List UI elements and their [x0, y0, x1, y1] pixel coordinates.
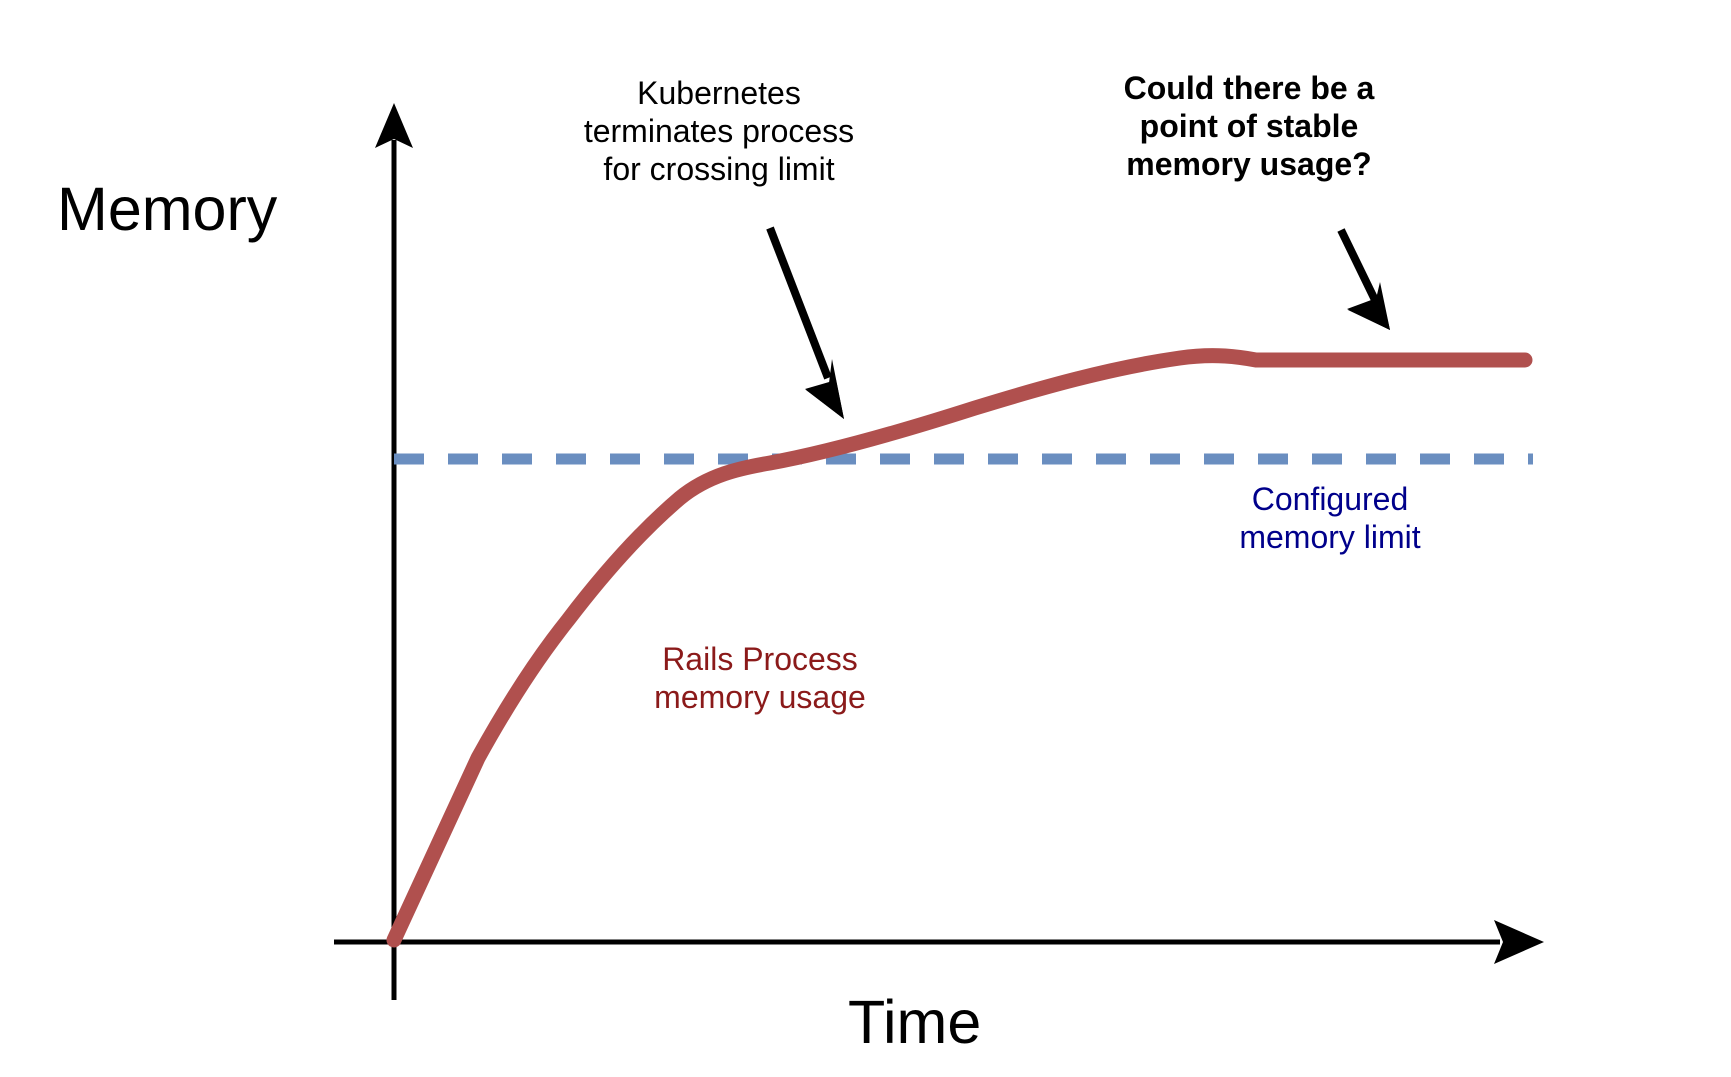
kubernetes-annotation-arrow [766, 226, 844, 419]
kubernetes-termination-annotation: Kubernetes terminates process for crossi… [583, 75, 855, 187]
memory-usage-diagram: Memory Time Kubernetes terminates proces… [0, 0, 1731, 1077]
y-axis [375, 103, 413, 1000]
configured-memory-limit-label: Configured memory limit [1239, 481, 1421, 555]
y-axis-title: Memory [57, 175, 278, 243]
x-axis [334, 920, 1544, 964]
stable-point-annotation-arrow [1337, 228, 1390, 330]
stable-memory-question-annotation: Could there be a point of stable memory … [1123, 70, 1375, 182]
rails-memory-series-label: Rails Process memory usage [654, 641, 866, 715]
x-axis-title: Time [848, 988, 982, 1056]
rails-memory-usage-curve [386, 348, 1533, 948]
